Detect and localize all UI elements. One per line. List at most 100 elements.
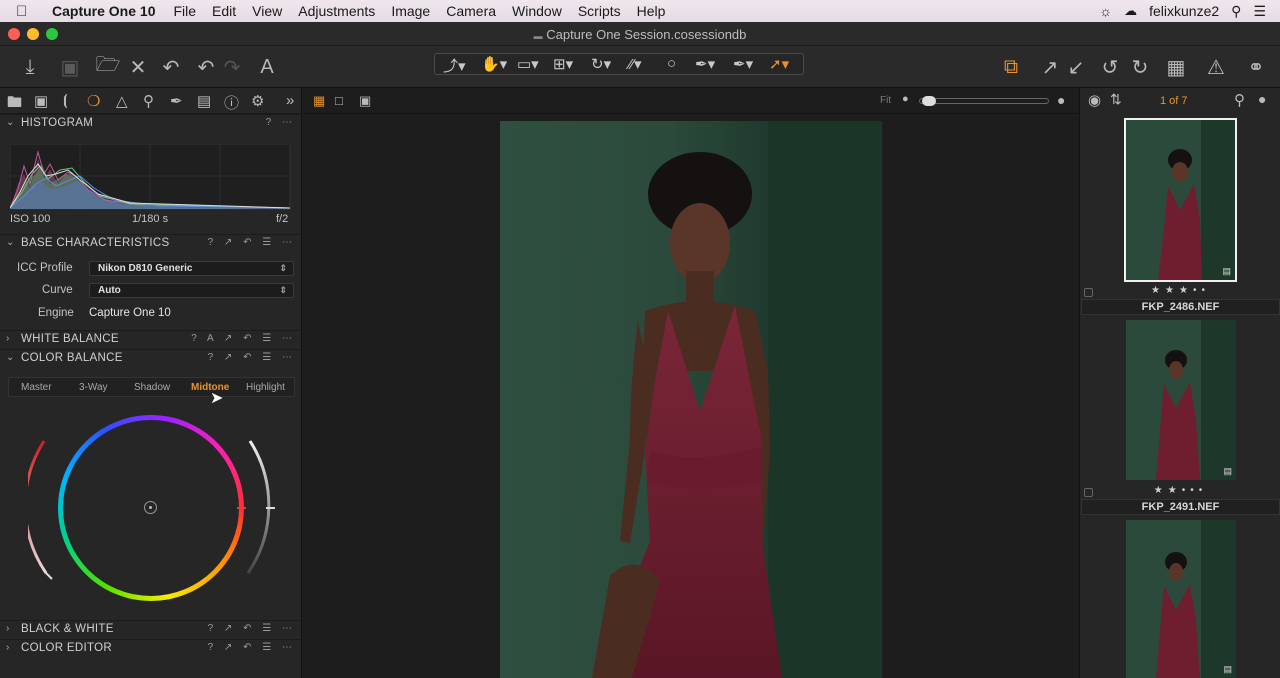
picker-tool-icon[interactable]: ✒▾ [733,55,753,73]
undo-icon[interactable]: ↶ [194,54,218,80]
spot-removal-icon[interactable]: ○ [667,55,676,72]
sort-icon[interactable]: ⇅ [1110,91,1122,108]
keystone-tool-icon[interactable]: ⁄⁄▾ [629,55,642,73]
menu-image[interactable]: Image [391,3,430,19]
more-tabs-icon[interactable]: » [286,92,294,109]
section-controls[interactable]: ? ↗ ↶ ☰ ⋯ [208,352,296,363]
collapse-icon[interactable]: ⌄ [6,117,15,128]
section-controls[interactable]: ? ⋯ [266,117,296,128]
exposure-warning-icon[interactable]: ⚠ [1204,54,1228,80]
move-folder-icon[interactable]: 🗁 [96,54,121,80]
menu-adjustments[interactable]: Adjustments [298,3,375,19]
select-tool-icon[interactable]: ⤴▾ [443,55,466,76]
zoom-slider[interactable] [919,96,1049,106]
menu-help[interactable]: Help [637,3,666,19]
rotate-right-icon[interactable]: ↻ [1128,54,1152,80]
main-toolbar: ⤓ ▣ 🗁 ✕ ↶ ↶ ↷ A ⤴▾ ✋▾ ▭▾ ⊞▾ ↻▾ ⁄⁄▾ ○ ✒▾ … [0,46,1280,88]
apple-icon[interactable]:  [16,3,38,20]
section-controls[interactable]: ? ↗ ↶ ☰ ⋯ [208,623,296,634]
proof-glasses-icon[interactable]: ⚭ [1240,54,1272,80]
shutter-value: 1/180 s [132,213,169,225]
color-balance-header[interactable]: ⌄ COLOR BALANCE ? ↗ ↶ ☰ ⋯ [0,349,302,367]
spotlight-search-icon[interactable]: ⚲ [1231,3,1241,20]
curve-select[interactable]: Auto ⇕ [89,283,294,298]
star-rating[interactable]: ★★••• [1080,485,1280,496]
thumbnail-selected[interactable]: ▤ [1124,118,1237,282]
multi-view-icon[interactable]: ▦ [313,93,325,109]
search-icon[interactable]: ⚲ [1234,91,1245,109]
rotate-tool-icon[interactable]: ↻▾ [591,55,611,73]
menubar-username[interactable]: felixkunze2 [1149,3,1219,19]
creative-cloud-icon[interactable]: ☁ [1124,3,1137,19]
section-controls[interactable]: ? ↗ ↶ ☰ ⋯ [208,237,296,248]
pan-tool-icon[interactable]: ✋▾ [481,55,507,73]
brightness-icon[interactable]: ☼ [1099,3,1112,19]
browser-panel: ◉ ⇅ 1 of 7 ⚲ ● ▤ ★★★•• FKP_2486.NEF ▤ ★★… [1079,88,1280,678]
color-balance-title: COLOR BALANCE [21,352,123,364]
lens-tab-icon[interactable]: ⦗ [63,92,68,109]
collapse-icon[interactable]: ⌄ [6,237,15,248]
menu-camera[interactable]: Camera [446,3,496,19]
window-title: Capture One Session.cosessiondb [546,27,747,42]
section-controls[interactable]: ? A ↗ ↶ ☰ ⋯ [191,333,296,344]
output-tab-icon[interactable]: ▤ [197,92,211,110]
delete-icon[interactable]: ✕ [126,54,150,80]
primary-variant-icon[interactable]: ▣ [359,93,371,109]
icc-profile-select[interactable]: Nikon D810 Generic ⇕ [89,261,294,276]
chevron-updown-icon: ⇕ [279,285,287,295]
histogram-header[interactable]: ⌄ HISTOGRAM ? ⋯ [0,114,302,132]
single-view-icon[interactable]: □ [335,93,343,108]
camera-icon[interactable]: ▣ [58,54,82,80]
menu-app-name[interactable]: Capture One 10 [52,3,155,19]
apply-adjustments-icon[interactable]: ↙ [1064,54,1088,80]
collapse-icon[interactable]: ⌄ [6,352,15,363]
thumbnail-filename: FKP_2491.NEF [1081,499,1280,515]
rotate-left-icon[interactable]: ↺ [1098,54,1122,80]
eye-icon[interactable]: ◉ [1088,91,1101,109]
tab-master[interactable]: Master [21,382,52,393]
loupe-tool-icon[interactable]: ▭▾ [517,55,539,73]
color-editor-header[interactable]: › COLOR EDITOR ? ↗ ↶ ☰ ⋯ [0,639,302,657]
exposure-tab-icon[interactable]: △ [116,92,128,110]
capture-tab-icon[interactable]: ▣ [34,92,48,110]
tab-3-way[interactable]: 3-Way [79,382,108,393]
zoom-slider-handle[interactable] [922,96,936,106]
expand-icon[interactable]: › [6,642,10,653]
text-tool-icon[interactable]: A [255,54,279,80]
redo-icon[interactable]: ↷ [220,54,244,80]
details-tab-icon[interactable]: ⚲ [143,92,154,110]
base-characteristics-header[interactable]: ⌄ BASE CHARACTERISTICS ? ↗ ↶ ☰ ⋯ [0,234,302,252]
star-rating[interactable]: ★★★•• [1080,285,1280,296]
thumbnail[interactable]: ▤ [1126,320,1236,480]
crop-tool-icon[interactable]: ⊞▾ [553,55,573,73]
menu-edit[interactable]: Edit [212,3,236,19]
white-balance-header[interactable]: › WHITE BALANCE ? A ↗ ↶ ☰ ⋯ [0,330,302,348]
variants-icon[interactable]: ⧉ [998,54,1024,80]
import-icon[interactable]: ⤓ [18,54,42,80]
tab-highlight[interactable]: Highlight [246,382,285,393]
metadata-tab-icon[interactable]: ⓘ [224,92,239,113]
expand-icon[interactable]: › [6,623,10,634]
color-tab-icon[interactable]: ❍ [87,92,100,110]
brush-tool-icon[interactable]: ✒▾ [695,55,715,73]
zoom-fit-label[interactable]: Fit [880,95,891,106]
copy-adjustments-icon[interactable]: ↗ [1038,54,1062,80]
copy-apply-icon[interactable]: ➚▾ [769,55,789,73]
notification-center-icon[interactable]: ☰ [1253,3,1266,20]
menu-scripts[interactable]: Scripts [578,3,621,19]
tab-shadow[interactable]: Shadow [134,382,170,393]
settings-tab-icon[interactable]: ⚙ [251,92,264,110]
local-adjustments-tab-icon[interactable]: ✒ [170,92,183,110]
black-white-header[interactable]: › BLACK & WHITE ? ↗ ↶ ☰ ⋯ [0,620,302,638]
expand-icon[interactable]: › [6,333,10,344]
edit-badge-icon: ▤ [1223,664,1232,674]
grid-icon[interactable]: ▦ [1164,54,1188,80]
user-icon[interactable]: ● [1258,91,1266,107]
menu-file[interactable]: File [173,3,196,19]
menu-view[interactable]: View [252,3,282,19]
saturation-lightness-arcs[interactable] [28,433,278,583]
menu-window[interactable]: Window [512,3,562,19]
thumbnail[interactable]: ▤ [1126,520,1236,678]
reset-icon[interactable]: ↶ [158,54,184,80]
section-controls[interactable]: ? ↗ ↶ ☰ ⋯ [208,642,296,653]
